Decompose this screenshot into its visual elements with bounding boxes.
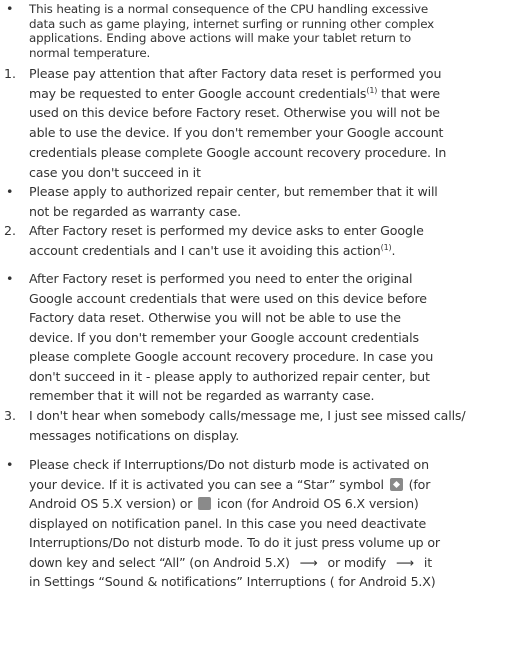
text-line: don't succeed in it - please apply to au… bbox=[29, 368, 430, 384]
text-line: device. If you don't remember your Googl… bbox=[29, 329, 419, 345]
text-line: Google account credentials that were use… bbox=[29, 290, 427, 306]
text-line: able to use the device. If you don't rem… bbox=[29, 125, 444, 141]
footnote-ref: (1) bbox=[380, 242, 392, 252]
text-line: Please apply to authorized repair center… bbox=[29, 184, 438, 199]
bullet-marker: • bbox=[6, 184, 14, 199]
text-line: in Settings “Sound & notifications” Inte… bbox=[29, 574, 436, 589]
text-segment: it bbox=[423, 554, 432, 570]
text-line: Factory data reset. Otherwise you will n… bbox=[29, 310, 401, 325]
bullet-marker: • bbox=[6, 1, 14, 16]
text-line: After Factory reset is performed my devi… bbox=[29, 223, 424, 238]
list-number: 1. bbox=[4, 66, 17, 81]
text-line: displayed on notification panel. In this… bbox=[29, 515, 427, 531]
bullet-marker: • bbox=[6, 271, 14, 286]
text-segment: down key and select “All” (on Android 5.… bbox=[29, 554, 290, 570]
text-line: down key and select “All” (on Android 5.… bbox=[29, 554, 432, 571]
text-segment: . bbox=[391, 242, 396, 258]
text-line: Please check if Interruptions/Do not dis… bbox=[29, 457, 429, 472]
text-segment: account credentials and I can't use it a… bbox=[29, 242, 381, 258]
text-line: account credentials and I can't use it a… bbox=[29, 242, 396, 259]
list-number: 3. bbox=[4, 408, 17, 423]
do-not-disturb-icon bbox=[198, 497, 212, 510]
text-segment: (for bbox=[408, 476, 431, 492]
bullet-marker: • bbox=[6, 457, 14, 472]
text-line: remember that it will not be regarded as… bbox=[29, 388, 375, 403]
arrow-right-icon: ⟶ bbox=[396, 554, 414, 570]
text-segment: icon (for Android OS 6.X version) bbox=[217, 496, 419, 511]
text-segment: that were bbox=[377, 85, 441, 101]
text-line: After Factory reset is performed you nee… bbox=[29, 271, 413, 286]
text-line: used on this device before Factory reset… bbox=[29, 105, 440, 121]
text-segment: or modify bbox=[327, 554, 387, 570]
arrow-right-icon: ⟶ bbox=[299, 554, 318, 570]
text-line: data such as game playing, internet surf… bbox=[29, 16, 435, 31]
text-segment: Android OS 5.X version) or bbox=[29, 496, 193, 511]
text-line: messages notifications on display. bbox=[29, 427, 240, 443]
star-icon bbox=[389, 477, 403, 491]
text-line: Please pay attention that after Factory … bbox=[29, 66, 442, 81]
text-line: credentials please complete Google accou… bbox=[29, 144, 447, 160]
text-line: Android OS 5.X version) or icon (for And… bbox=[29, 495, 419, 512]
text-line: I don't hear when somebody calls/message… bbox=[29, 408, 466, 423]
text-line: not be regarded as warranty case. bbox=[29, 203, 241, 219]
text-line: case you don't succeed in it bbox=[29, 164, 201, 180]
footnote-ref: (1) bbox=[366, 85, 378, 95]
document-page: • This heating is a normal consequence o… bbox=[0, 0, 515, 649]
text-line: normal temperature. bbox=[29, 45, 151, 60]
text-line: your device. If it is activated you can … bbox=[29, 476, 430, 493]
list-number: 2. bbox=[4, 223, 17, 238]
text-segment: may be requested to enter Google account… bbox=[29, 85, 367, 101]
text-line: Interruptions/Do not disturb mode. To do… bbox=[29, 535, 440, 550]
text-line: applications. Ending above actions will … bbox=[29, 31, 412, 46]
text-line: please complete Google account recovery … bbox=[29, 349, 434, 364]
text-line: This heating is a normal consequence of … bbox=[29, 2, 429, 16]
text-line: may be requested to enter Google account… bbox=[29, 85, 440, 102]
text-segment: your device. If it is activated you can … bbox=[29, 476, 384, 492]
